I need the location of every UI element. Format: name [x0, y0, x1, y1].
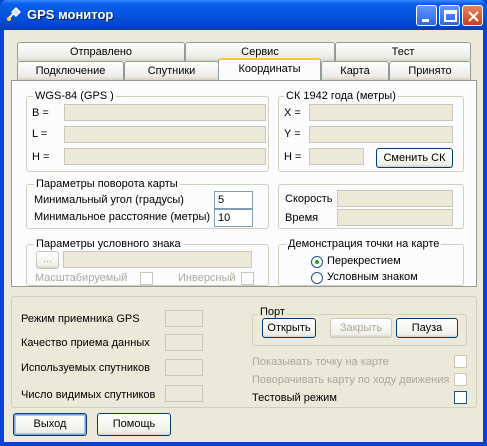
- time-label: Время: [285, 212, 319, 224]
- close-port-button[interactable]: Закрыть: [330, 318, 392, 338]
- min-angle-label: Минимальный угол (градусы): [34, 194, 184, 206]
- symbol-path-field: [63, 251, 252, 268]
- tab-connection[interactable]: Подключение: [17, 61, 124, 80]
- gps-mode-field: [165, 310, 203, 327]
- min-angle-input[interactable]: 5: [214, 191, 253, 209]
- y-label: Y =: [284, 128, 301, 140]
- inverse-checkbox[interactable]: [241, 272, 254, 285]
- close-button[interactable]: [462, 5, 483, 26]
- tab-sent[interactable]: Отправлено: [17, 42, 185, 61]
- minimize-button[interactable]: [416, 5, 437, 26]
- window-title: GPS монитор: [27, 7, 114, 22]
- height-sk-label: H =: [284, 151, 302, 163]
- sk1942-group-title: СК 1942 года (метры): [284, 90, 398, 102]
- height-sk-field: [309, 148, 364, 165]
- test-mode-checkbox[interactable]: [454, 391, 467, 404]
- height-wgs-field: [64, 148, 266, 165]
- maximize-button[interactable]: [439, 5, 460, 26]
- show-point-label: Показывать точку на карте: [252, 356, 389, 368]
- help-button[interactable]: Помощь: [97, 413, 171, 436]
- rotation-group-title: Параметры поворота карты: [34, 178, 180, 190]
- test-mode-label: Тестовый режим: [252, 392, 337, 404]
- show-point-checkbox[interactable]: [454, 355, 467, 368]
- height-wgs-label: H =: [32, 151, 50, 163]
- rotate-map-label: Поворачивать карту по ходу движения: [252, 374, 450, 386]
- quality-field: [165, 334, 203, 351]
- scalable-checkbox[interactable]: [140, 272, 153, 285]
- pause-button[interactable]: Пауза: [396, 318, 458, 338]
- wgs84-group-title: WGS-84 (GPS ): [33, 90, 116, 102]
- latitude-label: B =: [32, 107, 49, 119]
- symbol-radio-label: Условным знаком: [327, 271, 418, 283]
- y-field: [309, 126, 453, 143]
- used-sats-field: [165, 359, 203, 376]
- tab-test[interactable]: Тест: [335, 42, 471, 61]
- symbol-group-title: Параметры условного знака: [34, 238, 183, 250]
- used-sats-label: Используемых спутников: [21, 362, 150, 374]
- scalable-label: Масштабируемый: [35, 272, 128, 284]
- longitude-label: L =: [32, 128, 48, 140]
- exit-button[interactable]: Выход: [13, 413, 87, 436]
- crosshair-label: Перекрестием: [327, 255, 401, 267]
- tab-received[interactable]: Принято: [389, 61, 471, 80]
- symbol-radio[interactable]: [311, 272, 323, 284]
- rotate-map-checkbox[interactable]: [454, 373, 467, 386]
- visible-sats-field: [165, 385, 203, 402]
- tab-satellites[interactable]: Спутники: [124, 61, 219, 80]
- browse-symbol-button[interactable]: ...: [36, 251, 59, 269]
- gps-mode-label: Режим приемника GPS: [21, 313, 140, 325]
- port-group-title: Порт: [258, 306, 287, 318]
- min-distance-label: Минимальное расстояние (метры): [34, 211, 211, 223]
- open-port-button[interactable]: Открыть: [262, 318, 316, 338]
- x-field: [309, 104, 453, 121]
- quality-label: Качество приема данных: [21, 337, 150, 349]
- inverse-label: Инверсный: [178, 272, 236, 284]
- min-distance-input[interactable]: 10: [214, 209, 253, 227]
- app-satellite-icon[interactable]: [6, 6, 22, 22]
- speed-label: Скорость: [285, 193, 333, 205]
- latitude-field: [64, 104, 266, 121]
- demo-group-title: Демонстрация точки на карте: [286, 238, 442, 250]
- speed-field: [337, 190, 453, 207]
- tab-map[interactable]: Карта: [321, 61, 389, 80]
- visible-sats-label: Число видимых спутников: [21, 389, 156, 401]
- tab-coordinates[interactable]: Координаты: [218, 58, 321, 80]
- time-field: [337, 209, 453, 226]
- crosshair-radio[interactable]: [311, 256, 323, 268]
- longitude-field: [64, 126, 266, 143]
- change-cs-button[interactable]: Сменить СК: [376, 148, 453, 168]
- x-label: X =: [284, 107, 301, 119]
